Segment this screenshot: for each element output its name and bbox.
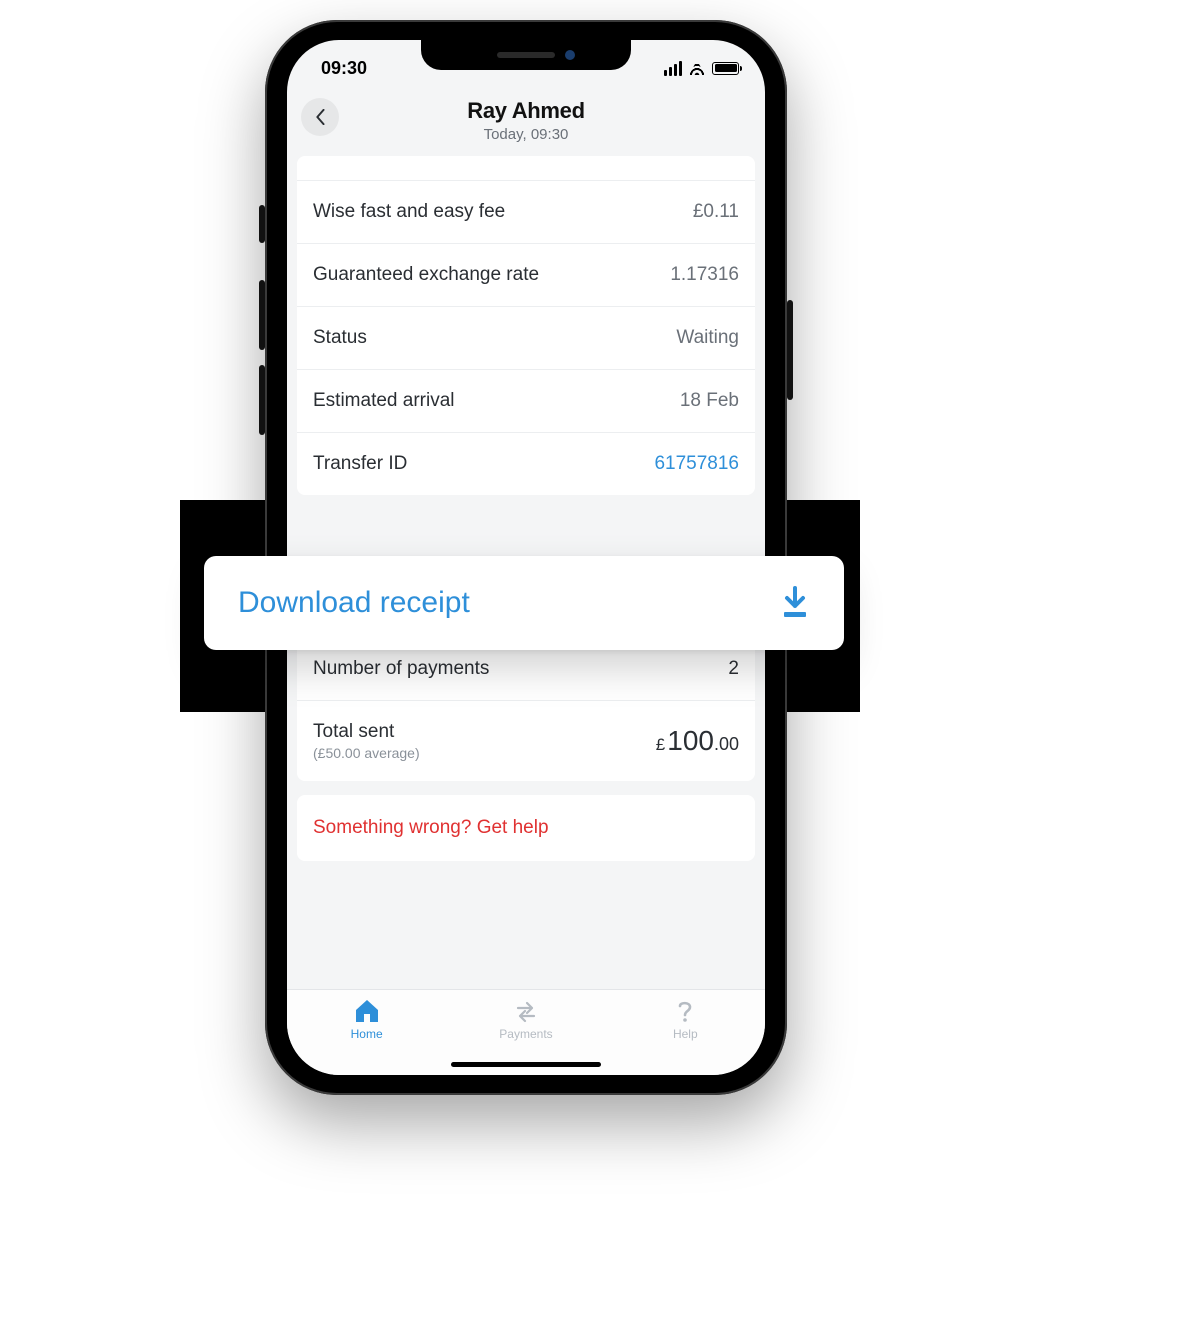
battery-icon xyxy=(712,62,739,75)
cellular-icon xyxy=(664,61,682,76)
transfer-id-value[interactable]: 61757816 xyxy=(654,453,739,475)
detail-row-transfer-id[interactable]: Transfer ID 61757816 xyxy=(297,432,755,495)
detail-row-eta: Estimated arrival 18 Feb xyxy=(297,369,755,432)
tab-payments[interactable]: Payments xyxy=(476,998,576,1041)
history-count-value: 2 xyxy=(728,658,739,680)
power-button xyxy=(787,300,793,400)
transfer-id-label: Transfer ID xyxy=(313,453,407,475)
tab-payments-label: Payments xyxy=(499,1027,552,1041)
status-value: Waiting xyxy=(676,327,739,349)
page-title: Ray Ahmed xyxy=(467,98,585,124)
volume-down-button xyxy=(259,365,265,435)
status-icons xyxy=(664,61,739,76)
wifi-icon xyxy=(688,61,706,75)
notch xyxy=(421,40,631,70)
download-icon xyxy=(780,586,810,620)
front-camera xyxy=(565,50,575,60)
nav-header: Ray Ahmed Today, 09:30 xyxy=(287,88,765,157)
previous-row-peek xyxy=(297,156,755,180)
speaker-grille xyxy=(497,52,555,58)
amount-dec: .00 xyxy=(714,734,739,755)
transfer-icon xyxy=(512,998,540,1024)
history-total-value: £ 100 .00 xyxy=(656,725,739,757)
detail-row-fee: Wise fast and easy fee £0.11 xyxy=(297,180,755,243)
tab-help[interactable]: Help xyxy=(635,998,735,1041)
currency-symbol: £ xyxy=(656,735,665,755)
get-help-label: Something wrong? Get help xyxy=(313,817,549,838)
download-receipt-button[interactable]: Download receipt xyxy=(204,556,844,650)
status-label: Status xyxy=(313,327,367,349)
history-count-label: Number of payments xyxy=(313,658,489,680)
rate-value: 1.17316 xyxy=(670,264,739,286)
download-receipt-label: Download receipt xyxy=(238,586,470,620)
status-time: 09:30 xyxy=(321,58,367,79)
eta-value: 18 Feb xyxy=(680,390,739,412)
get-help-button[interactable]: Something wrong? Get help xyxy=(297,795,755,861)
mute-switch xyxy=(259,205,265,243)
amount-int: 100 xyxy=(667,725,714,757)
rate-label: Guaranteed exchange rate xyxy=(313,264,539,286)
home-indicator[interactable] xyxy=(451,1062,601,1067)
history-total-label: Total sent xyxy=(313,721,420,743)
back-button[interactable] xyxy=(301,98,339,136)
tab-help-label: Help xyxy=(673,1027,698,1041)
home-icon xyxy=(353,998,381,1024)
eta-label: Estimated arrival xyxy=(313,390,455,412)
detail-row-status: Status Waiting xyxy=(297,306,755,369)
tab-home-label: Home xyxy=(351,1027,383,1041)
page-subtitle: Today, 09:30 xyxy=(467,126,585,143)
fee-value: £0.11 xyxy=(693,201,739,223)
history-total-subtext: (£50.00 average) xyxy=(313,745,420,761)
volume-up-button xyxy=(259,280,265,350)
detail-row-rate: Guaranteed exchange rate 1.17316 xyxy=(297,243,755,306)
tab-home[interactable]: Home xyxy=(317,998,417,1041)
history-total-row: Total sent (£50.00 average) £ 100 .00 xyxy=(297,700,755,781)
transfer-details-card: Wise fast and easy fee £0.11 Guaranteed … xyxy=(297,156,755,495)
fee-label: Wise fast and easy fee xyxy=(313,201,505,223)
history-card: Number of payments 2 Total sent (£50.00 … xyxy=(297,638,755,781)
help-icon xyxy=(671,998,699,1024)
chevron-left-icon xyxy=(314,109,326,125)
